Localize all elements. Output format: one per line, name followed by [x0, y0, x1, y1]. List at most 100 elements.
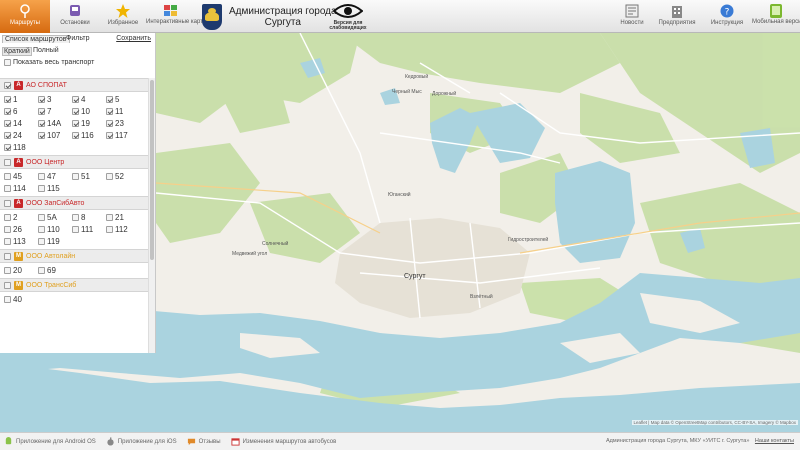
route-checkbox[interactable]: [4, 238, 11, 245]
route-group-header[interactable]: А ООО ЗапСибАвто: [0, 196, 148, 210]
route-checkbox-item[interactable]: 117: [106, 131, 140, 140]
nav-interactive-maps-button[interactable]: Интерактивные карты: [146, 0, 207, 33]
route-checkbox[interactable]: [72, 108, 79, 115]
nav-favorites-button[interactable]: Избранное: [100, 0, 146, 33]
route-checkbox-item[interactable]: 5А: [38, 213, 72, 222]
route-checkbox-item[interactable]: 11: [106, 107, 140, 116]
save-link[interactable]: Сохранить: [116, 35, 151, 42]
route-checkbox-item[interactable]: 3: [38, 95, 72, 104]
android-app-link[interactable]: Приложение для Android OS: [4, 437, 96, 446]
route-checkbox-item[interactable]: 23: [106, 119, 140, 128]
nav-mobile-version-button[interactable]: Мобильная версия: [752, 0, 800, 33]
group-checkbox[interactable]: [4, 281, 11, 289]
route-group-header[interactable]: М ООО ТрансСиб: [0, 278, 148, 292]
route-checkbox-item[interactable]: 111: [72, 225, 106, 234]
route-checkbox-item[interactable]: 116: [72, 131, 106, 140]
route-checkbox-item[interactable]: 14А: [38, 119, 72, 128]
route-checkbox[interactable]: [38, 96, 45, 103]
accessibility-version-button[interactable]: Версия для слабовидящих: [328, 3, 368, 31]
group-checkbox[interactable]: [4, 158, 11, 166]
route-checkbox-item[interactable]: 52: [106, 172, 140, 181]
show-all-checkbox[interactable]: [4, 59, 11, 66]
schedule-changes-link[interactable]: Изменения маршрутов автобусов: [231, 437, 336, 446]
route-checkbox[interactable]: [106, 173, 113, 180]
nav-instructions-button[interactable]: ? Инструкция: [702, 0, 752, 33]
route-checkbox-item[interactable]: 45: [4, 172, 38, 181]
route-checkbox-item[interactable]: 7: [38, 107, 72, 116]
route-checkbox-item[interactable]: 118: [4, 143, 38, 152]
route-group-header[interactable]: А ООО Центр: [0, 155, 148, 169]
route-checkbox[interactable]: [106, 214, 113, 221]
route-checkbox-item[interactable]: 112: [106, 225, 140, 234]
group-checkbox[interactable]: [4, 252, 11, 260]
route-checkbox[interactable]: [106, 120, 113, 127]
nav-enterprises-button[interactable]: Предприятия: [652, 0, 702, 33]
nav-routes-button[interactable]: Маршруты: [0, 0, 50, 33]
group-checkbox[interactable]: [4, 199, 11, 207]
route-checkbox-item[interactable]: 10: [72, 107, 106, 116]
route-checkbox-item[interactable]: 51: [72, 172, 106, 181]
route-checkbox[interactable]: [4, 144, 11, 151]
show-all-transport-toggle[interactable]: Показать весь транспорт: [0, 57, 155, 68]
scrollbar-thumb[interactable]: [150, 80, 154, 260]
route-checkbox[interactable]: [4, 96, 11, 103]
route-checkbox[interactable]: [72, 132, 79, 139]
route-checkbox[interactable]: [4, 185, 11, 192]
route-checkbox-item[interactable]: 26: [4, 225, 38, 234]
nav-stops-button[interactable]: Остановки: [50, 0, 100, 33]
feedback-link[interactable]: Отзывы: [187, 437, 221, 446]
route-checkbox[interactable]: [38, 226, 45, 233]
route-checkbox[interactable]: [4, 296, 11, 303]
route-checkbox[interactable]: [38, 214, 45, 221]
view-short-button[interactable]: Краткий: [2, 47, 32, 56]
route-checkbox[interactable]: [4, 226, 11, 233]
route-checkbox[interactable]: [4, 108, 11, 115]
route-checkbox[interactable]: [106, 96, 113, 103]
route-checkbox[interactable]: [4, 267, 11, 274]
route-checkbox-item[interactable]: 19: [72, 119, 106, 128]
route-checkbox-item[interactable]: 20: [4, 266, 38, 275]
route-checkbox[interactable]: [4, 132, 11, 139]
route-checkbox-item[interactable]: 113: [4, 237, 38, 246]
route-checkbox[interactable]: [106, 108, 113, 115]
route-checkbox[interactable]: [72, 173, 79, 180]
view-full-button[interactable]: Полный: [33, 47, 59, 54]
route-group-header[interactable]: А АО СПОПАТ: [0, 78, 148, 92]
nav-news-button[interactable]: Новости: [612, 0, 652, 33]
route-checkbox[interactable]: [38, 132, 45, 139]
route-checkbox-item[interactable]: 14: [4, 119, 38, 128]
sidebar-scrollbar[interactable]: [148, 78, 155, 353]
route-checkbox[interactable]: [38, 238, 45, 245]
ios-app-link[interactable]: Приложение для iOS: [106, 437, 177, 446]
route-checkbox[interactable]: [72, 226, 79, 233]
route-checkbox[interactable]: [72, 120, 79, 127]
contacts-link[interactable]: Наши контакты: [755, 438, 794, 444]
route-checkbox-item[interactable]: 69: [38, 266, 72, 275]
route-checkbox[interactable]: [38, 120, 45, 127]
route-checkbox[interactable]: [38, 267, 45, 274]
tab-filter[interactable]: Фильтр: [66, 35, 90, 42]
route-checkbox[interactable]: [106, 132, 113, 139]
route-checkbox-item[interactable]: 4: [72, 95, 106, 104]
route-checkbox-item[interactable]: 119: [38, 237, 72, 246]
route-checkbox-item[interactable]: 40: [4, 295, 38, 304]
route-checkbox-item[interactable]: 21: [106, 213, 140, 222]
route-checkbox-item[interactable]: 107: [38, 131, 72, 140]
route-checkbox-item[interactable]: 8: [72, 213, 106, 222]
route-checkbox[interactable]: [4, 120, 11, 127]
route-checkbox[interactable]: [38, 108, 45, 115]
route-checkbox-item[interactable]: 2: [4, 213, 38, 222]
route-checkbox-item[interactable]: 1: [4, 95, 38, 104]
route-checkbox-item[interactable]: 5: [106, 95, 140, 104]
route-checkbox[interactable]: [72, 214, 79, 221]
route-checkbox[interactable]: [106, 226, 113, 233]
route-checkbox-item[interactable]: 110: [38, 225, 72, 234]
route-checkbox-item[interactable]: 115: [38, 184, 72, 193]
route-checkbox[interactable]: [4, 173, 11, 180]
group-checkbox[interactable]: [4, 81, 11, 89]
route-checkbox-item[interactable]: 114: [4, 184, 38, 193]
route-checkbox[interactable]: [38, 185, 45, 192]
route-group-header[interactable]: М ООО Автолайн: [0, 249, 148, 263]
route-checkbox[interactable]: [72, 96, 79, 103]
city-brand[interactable]: Администрация города Сургута: [202, 2, 337, 31]
